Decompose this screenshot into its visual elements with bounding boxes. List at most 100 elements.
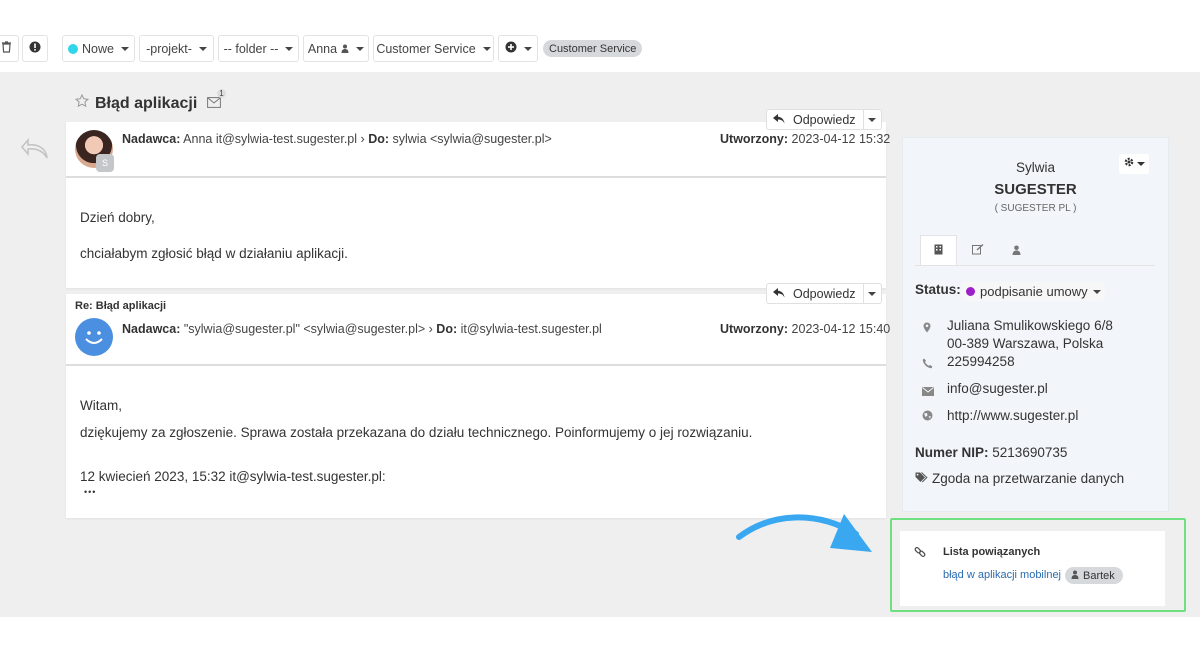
nip-label: Numer NIP: [915,445,989,460]
reply-main[interactable]: Odpowiedz [767,110,863,129]
annotation-arrow [736,508,886,565]
created-value: 2023-04-12 15:40 [791,322,891,336]
add-dropdown[interactable] [498,35,538,62]
user-icon [341,42,349,56]
mail-count-badge: 1 [217,88,226,98]
consent-tag[interactable]: Zgoda na przetwarzanie danych [915,471,1124,486]
tab-notes[interactable] [963,235,993,266]
chevron-down-icon [868,117,877,122]
reply-icon [773,113,785,127]
chevron-down-icon [1137,162,1145,166]
tags-icon [915,471,928,486]
message-header-from: Nadawca: Anna it@sylwia-test.sugester.pl… [122,132,552,146]
message-title: Re: Błąd aplikacji [75,300,167,312]
sender-label: Nadawca: [122,322,181,336]
address-line1: Juliana Smulikowskiego 6/8 [947,318,1113,333]
message-header-separator [66,364,886,366]
reply-button[interactable]: Odpowiedz [766,283,882,304]
folder-dropdown[interactable]: -- folder -- [218,35,299,62]
status-dropdown[interactable]: Nowe [62,35,135,62]
contact-settings-button[interactable] [1119,154,1149,174]
star-icon[interactable] [74,93,90,113]
status-value: podpisanie umowy [980,284,1088,299]
nip-value: 5213690735 [992,445,1068,460]
sender-avatar [75,318,113,356]
tabs-underline [915,265,1155,266]
reply-label: Odpowiedz [793,112,856,127]
website-value[interactable]: http://www.sugester.pl [947,408,1078,423]
highlight-box [890,518,1186,612]
message-line: Witam, [80,398,122,413]
reply-label: Odpowiedz [793,286,856,301]
contact-company: ( SUGESTER PL ) [994,203,1077,214]
status-dot-icon [68,43,79,54]
folder-label: -- folder -- [223,41,279,56]
department-pill[interactable]: Customer Service [543,40,643,57]
status-dot-icon [966,287,975,296]
globe-icon [922,408,933,426]
to-label: Do: [368,132,390,146]
trash-icon [1,41,12,56]
address-line2: 00-389 Warszawa, Polska [947,336,1104,351]
message-line: Dzień dobry, [80,210,155,225]
phone-icon [922,356,933,374]
to-value: sylwia <sylwia@sugester.pl> [392,132,552,146]
plus-circle-icon [505,41,517,56]
status-label: Status: [915,282,961,297]
tab-company[interactable] [920,235,957,266]
message-header-separator [66,176,886,178]
arrow-separator: › [360,132,365,146]
smiley-icon [75,318,113,361]
contact-nip: Numer NIP: 5213690735 [915,445,1067,460]
chevron-down-icon [356,46,365,51]
department-label: Customer Service [376,41,476,56]
message-created: Utworzony: 2023-04-12 15:32 [720,132,890,146]
back-arrow-icon[interactable] [20,136,50,165]
reply-icon [773,287,785,301]
sender-value: "sylwia@sugester.pl" <sylwia@sugester.pl… [183,322,426,336]
department-dropdown[interactable]: Customer Service [373,35,494,62]
message-line: 12 kwiecień 2023, 15:32 it@sylwia-test.s… [80,469,386,484]
email-value[interactable]: info@sugester.pl [947,381,1048,396]
reply-dropdown[interactable] [862,284,881,303]
consent-label: Zgoda na przetwarzanie danych [932,471,1125,486]
message-created: Utworzony: 2023-04-12 15:40 [720,322,890,336]
user-dropdown[interactable]: Anna [303,35,369,62]
exclamation-icon [29,41,41,56]
mail-icon[interactable]: 1 [207,88,226,113]
ticket-subject: Błąd aplikacji 1 [74,88,226,113]
phone-value[interactable]: 225994258 [947,354,1015,369]
project-dropdown[interactable]: -projekt- [139,35,214,62]
user-icon [1012,242,1021,260]
chevron-down-icon [523,46,532,51]
arrow-separator: › [428,322,433,336]
gear-icon [1123,155,1135,173]
chevron-down-icon [285,46,294,51]
message-line: dziękujemy za zgłoszenie. Sprawa została… [80,425,753,440]
subject-text: Błąd aplikacji [95,94,198,112]
delete-button[interactable] [0,35,19,62]
show-quoted-button[interactable]: ••• [84,487,96,497]
toolbar: Nowe -projekt- -- folder -- Anna Custome… [0,0,1200,72]
project-label: -projekt- [146,41,192,56]
spam-button[interactable] [22,35,48,62]
tab-person[interactable] [1001,235,1031,266]
reply-button[interactable]: Odpowiedz [766,109,882,130]
map-marker-icon [923,320,931,338]
contact-status-dropdown[interactable]: podpisanie umowy [962,282,1105,301]
chevron-down-icon [1092,289,1101,294]
chevron-down-icon [868,291,877,296]
message-line: chciałabym zgłosić błąd w działaniu apli… [80,246,348,261]
user-label: Anna [307,41,338,56]
message-header-from: Nadawca: "sylwia@sugester.pl" <sylwia@su… [122,322,602,336]
status-label: Nowe [82,41,114,56]
chevron-down-icon [482,46,491,51]
contact-last-name: SUGESTER [994,181,1077,198]
envelope-icon [922,383,934,401]
to-value: it@sylwia-test.sugester.pl [460,322,602,336]
reply-main[interactable]: Odpowiedz [767,284,863,303]
reply-dropdown[interactable] [862,110,881,129]
created-label: Utworzony: [720,322,789,336]
avatar-badge: S [96,154,114,172]
edit-icon [972,242,984,260]
